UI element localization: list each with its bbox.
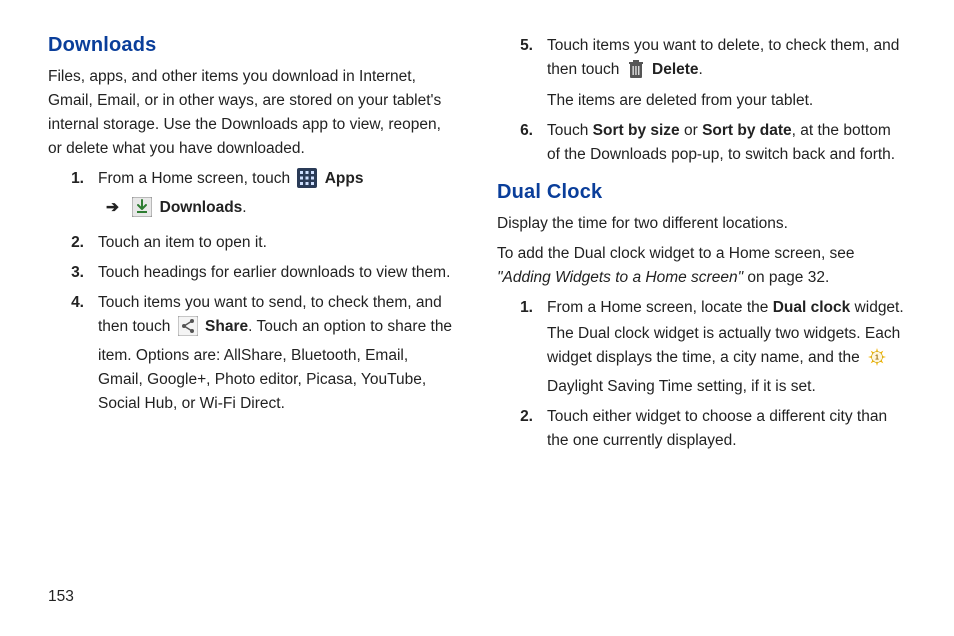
dual-clock-intro-2: To add the Dual clock widget to a Home s… — [497, 242, 906, 290]
step-text: Touch items you want to send, to check t… — [98, 291, 457, 416]
step-subtext: The Dual clock widget is actually two wi… — [547, 322, 906, 399]
sort-date-label: Sort by date — [702, 122, 792, 139]
step-number: 1. — [48, 167, 98, 191]
page-number: 153 — [48, 588, 74, 606]
heading-downloads: Downloads — [48, 30, 457, 61]
step-text: Touch an item to open it. — [98, 231, 457, 255]
step-5: 5. Touch items you want to delete, to ch… — [497, 34, 906, 113]
text-fragment: From a Home screen, touch — [98, 170, 294, 187]
dual-clock-intro-1: Display the time for two different locat… — [497, 212, 906, 236]
apps-icon — [297, 168, 317, 196]
step-number: 2. — [497, 405, 547, 429]
heading-dual-clock: Dual Clock — [497, 177, 906, 208]
period: . — [699, 61, 703, 78]
step-number: 5. — [497, 34, 547, 58]
step-2: 2. Touch an item to open it. — [48, 231, 457, 255]
share-label: Share — [205, 318, 248, 335]
step-1: 1. From a Home screen, touch — [48, 167, 457, 225]
step-text: Touch either widget to choose a differen… — [547, 405, 906, 453]
step-number: 2. — [48, 231, 98, 255]
delete-label: Delete — [652, 61, 699, 78]
arrow-icon: ➔ — [106, 196, 119, 220]
downloads-label: Downloads — [160, 199, 243, 216]
step-text: Touch headings for earlier downloads to … — [98, 261, 457, 285]
text-fragment: The Dual clock widget is actually two wi… — [547, 325, 900, 366]
dual-clock-steps: 1. From a Home screen, locate the Dual c… — [497, 296, 906, 453]
text-fragment: Touch items you want to delete, to check… — [547, 37, 899, 78]
dst-sun-icon: 1 — [867, 347, 887, 375]
downloads-steps: 1. From a Home screen, touch — [48, 167, 457, 416]
text-fragment: or — [680, 122, 702, 139]
dc-step-1: 1. From a Home screen, locate the Dual c… — [497, 296, 906, 399]
step-6: 6. Touch Sort by size or Sort by date, a… — [497, 119, 906, 167]
text-fragment: widget. — [850, 299, 903, 316]
step-number: 1. — [497, 296, 547, 320]
downloads-icon — [132, 197, 152, 225]
step-text: Touch Sort by size or Sort by date, at t… — [547, 119, 906, 167]
delete-icon — [627, 59, 645, 87]
dual-clock-label: Dual clock — [773, 299, 851, 316]
step-text: Touch items you want to delete, to check… — [547, 34, 906, 113]
period: . — [242, 199, 246, 216]
share-icon — [178, 316, 198, 344]
step-text: From a Home screen, locate the Dual cloc… — [547, 296, 906, 399]
svg-text:1: 1 — [875, 355, 879, 362]
dc-step-2: 2. Touch either widget to choose a diffe… — [497, 405, 906, 453]
step-number: 4. — [48, 291, 98, 315]
text-fragment: Daylight Saving Time setting, if it is s… — [547, 378, 816, 395]
step-number: 6. — [497, 119, 547, 143]
step-number: 3. — [48, 261, 98, 285]
step-subtext: The items are deleted from your tablet. — [547, 89, 906, 113]
step-text: From a Home screen, touch Apps — [98, 167, 457, 225]
step-3: 3. Touch headings for earlier downloads … — [48, 261, 457, 285]
apps-label: Apps — [325, 170, 364, 187]
cross-reference: "Adding Widgets to a Home screen" — [497, 269, 743, 286]
text-fragment: Touch — [547, 122, 593, 139]
right-column: 5. Touch items you want to delete, to ch… — [497, 30, 906, 636]
downloads-intro: Files, apps, and other items you downloa… — [48, 65, 457, 161]
downloads-steps-cont: 5. Touch items you want to delete, to ch… — [497, 34, 906, 167]
text-fragment: on page 32. — [743, 269, 829, 286]
sort-size-label: Sort by size — [593, 122, 680, 139]
left-column: Downloads Files, apps, and other items y… — [48, 30, 457, 636]
text-fragment: To add the Dual clock widget to a Home s… — [497, 245, 855, 262]
text-fragment: From a Home screen, locate the — [547, 299, 773, 316]
step-4: 4. Touch items you want to send, to chec… — [48, 291, 457, 416]
manual-page: Downloads Files, apps, and other items y… — [0, 0, 954, 636]
